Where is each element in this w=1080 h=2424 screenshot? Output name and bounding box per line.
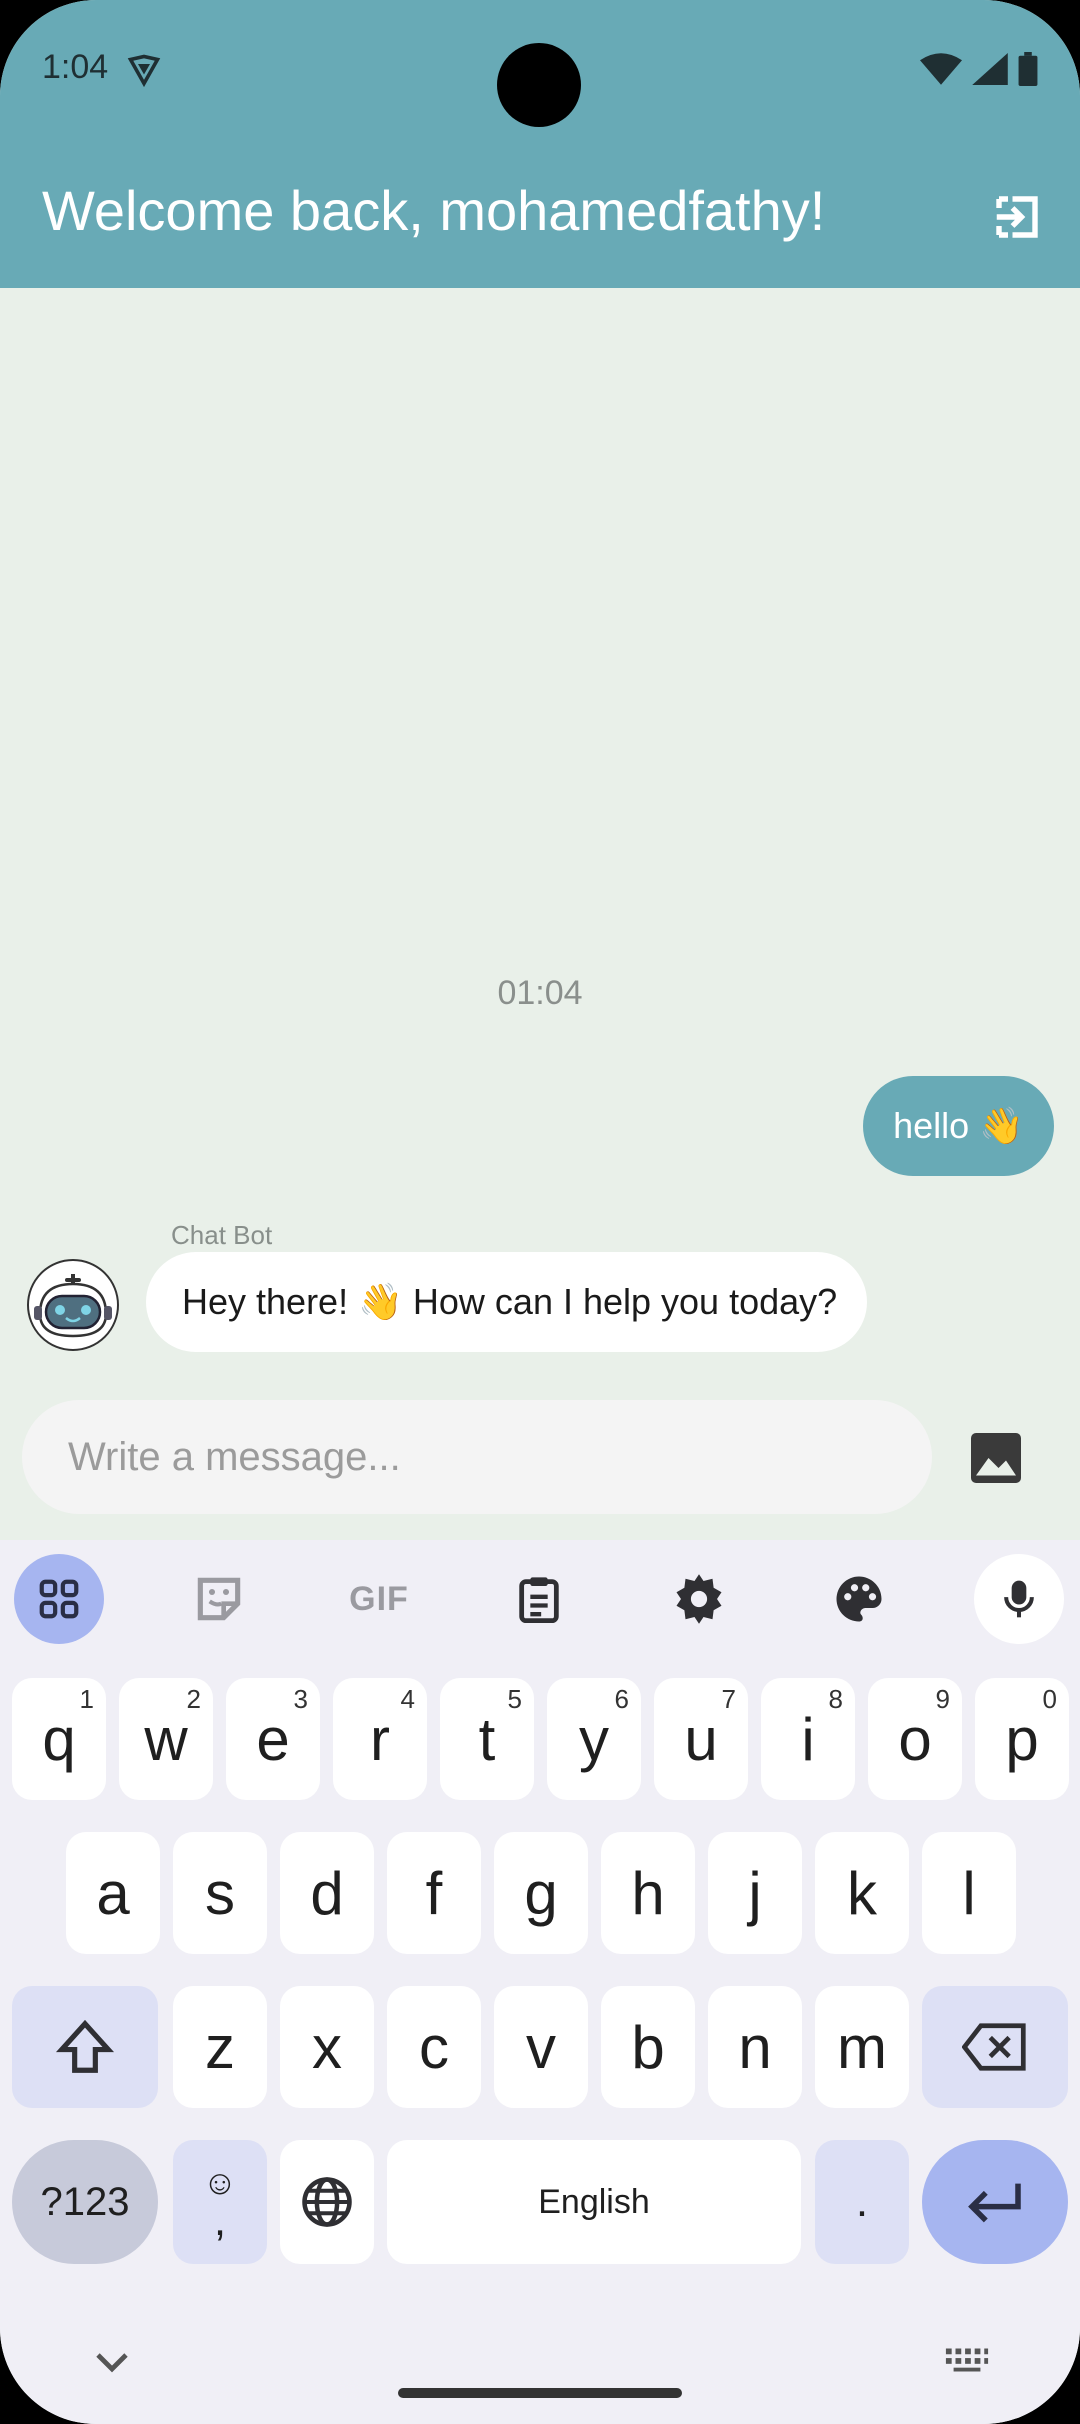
key-o[interactable]: o9 [868, 1678, 962, 1800]
emoji-comma-key[interactable]: ☺ , [173, 2140, 267, 2264]
key-hint: 8 [828, 1684, 843, 1714]
key-w[interactable]: w2 [119, 1678, 213, 1800]
enter-key[interactable] [922, 2140, 1068, 2264]
key-hint: 2 [186, 1684, 201, 1714]
keyboard [0, 1540, 1080, 2424]
key-b[interactable]: b [601, 1986, 695, 2108]
gif-button[interactable]: GIF [334, 1554, 424, 1644]
key-z[interactable]: z [173, 1986, 267, 2108]
key-hint: 5 [507, 1684, 522, 1714]
clipboard-icon[interactable] [494, 1554, 584, 1644]
key-hint: 1 [79, 1684, 94, 1714]
gif-label: GIF [349, 1579, 409, 1618]
key-l[interactable]: l [922, 1832, 1016, 1954]
mic-icon[interactable] [974, 1554, 1064, 1644]
key-i[interactable]: i8 [761, 1678, 855, 1800]
message-input[interactable] [22, 1400, 932, 1514]
key-v[interactable]: v [494, 1986, 588, 2108]
key-hint: 0 [1042, 1684, 1057, 1714]
key-g[interactable]: g [494, 1832, 588, 1954]
key-x[interactable]: x [280, 1986, 374, 2108]
user-message-text: hello 👋 [893, 1105, 1024, 1146]
battery-icon [1018, 52, 1038, 86]
signal-icon [972, 53, 1008, 85]
key-hint: 9 [935, 1684, 950, 1714]
language-key[interactable] [280, 2140, 374, 2264]
key-hint: 7 [721, 1684, 736, 1714]
shift-icon [55, 2019, 115, 2073]
key-label: p [1005, 1705, 1039, 1773]
key-label: w [144, 1705, 188, 1773]
status-icons [920, 52, 1038, 86]
sticker-icon[interactable] [174, 1554, 264, 1644]
key-f[interactable]: f [387, 1832, 481, 1954]
key-y[interactable]: y6 [547, 1678, 641, 1800]
apps-icon[interactable] [14, 1554, 104, 1644]
key-hint: 6 [614, 1684, 629, 1714]
logout-icon[interactable] [990, 190, 1044, 244]
vpn-shield-icon [127, 54, 161, 88]
key-t[interactable]: t5 [440, 1678, 534, 1800]
settings-icon[interactable] [654, 1554, 744, 1644]
shift-key[interactable] [12, 1986, 158, 2108]
key-m[interactable]: m [815, 1986, 909, 2108]
key-label: u [684, 1705, 718, 1773]
wifi-icon [920, 53, 962, 85]
key-q[interactable]: q1 [12, 1678, 106, 1800]
globe-icon [302, 2177, 352, 2227]
status-time: 1:04 [42, 48, 109, 86]
keyboard-switch-icon[interactable] [944, 2346, 990, 2374]
key-a[interactable]: a [66, 1832, 160, 1954]
key-u[interactable]: u7 [654, 1678, 748, 1800]
key-label: q [42, 1705, 76, 1773]
comma-label: , [213, 2196, 227, 2245]
key-r[interactable]: r4 [333, 1678, 427, 1800]
chat-timestamp: 01:04 [497, 974, 583, 1012]
key-label: y [579, 1705, 609, 1773]
key-label: i [801, 1705, 815, 1773]
space-key[interactable]: English [387, 2140, 801, 2264]
user-message-bubble: hello 👋 [863, 1076, 1054, 1176]
key-d[interactable]: d [280, 1832, 374, 1954]
key-label: o [898, 1705, 932, 1773]
bot-message-text: Hey there! 👋 How can I help you today? [182, 1281, 838, 1322]
key-s[interactable]: s [173, 1832, 267, 1954]
image-icon[interactable] [966, 1428, 1026, 1488]
camera-cutout [497, 43, 581, 127]
backspace-icon [962, 2023, 1026, 2071]
bot-avatar [27, 1259, 119, 1351]
key-label: e [256, 1705, 290, 1773]
key-n[interactable]: n [708, 1986, 802, 2108]
key-c[interactable]: c [387, 1986, 481, 2108]
page-title: Welcome back, mohamedfathy! [42, 179, 826, 242]
navigation-handle[interactable] [398, 2388, 682, 2398]
key-label: t [478, 1705, 496, 1773]
hide-keyboard-chevron-icon[interactable] [92, 2346, 132, 2376]
bot-message-bubble: Hey there! 👋 How can I help you today? [146, 1252, 868, 1352]
key-hint: 4 [400, 1684, 415, 1714]
key-hint: 3 [293, 1684, 308, 1714]
symbols-key[interactable]: ?123 [12, 2140, 158, 2264]
message-input-container [22, 1400, 932, 1514]
key-k[interactable]: k [815, 1832, 909, 1954]
palette-icon[interactable] [814, 1554, 904, 1644]
period-key[interactable]: . [815, 2140, 909, 2264]
key-h[interactable]: h [601, 1832, 695, 1954]
key-p[interactable]: p0 [975, 1678, 1069, 1800]
key-j[interactable]: j [708, 1832, 802, 1954]
bot-sender-name: Chat Bot [171, 1220, 273, 1250]
key-e[interactable]: e3 [226, 1678, 320, 1800]
app-header: 1:04 Welcome back, mohamedfathy! [0, 0, 1080, 288]
app-screen: 1:04 Welcome back, mohamedfathy! 01:04 h… [0, 0, 1080, 2424]
enter-icon [968, 2183, 1021, 2223]
backspace-key[interactable] [922, 1986, 1068, 2108]
key-label: r [370, 1705, 390, 1773]
